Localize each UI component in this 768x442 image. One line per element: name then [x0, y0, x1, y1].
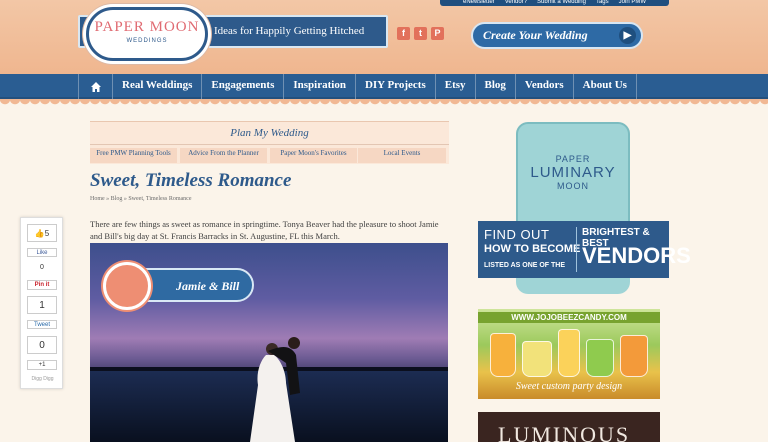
nav-vendors[interactable]: Vendors: [514, 74, 573, 99]
top-link-submit-wedding[interactable]: Submit a Wedding: [537, 0, 586, 6]
candy-jar: [620, 335, 648, 377]
thumbs-up-icon: 👍: [34, 229, 45, 238]
site-header: eNewsletter Vendor? Submit a Wedding Tag…: [0, 0, 768, 74]
nav-inspiration[interactable]: Inspiration: [283, 74, 355, 99]
plan-tab-favorites[interactable]: Paper Moon's Favorites: [270, 148, 357, 163]
main-nav: Real Weddings Engagements Inspiration DI…: [0, 74, 768, 99]
like-counter[interactable]: 👍5: [27, 224, 57, 242]
luminary-line1: FIND OUT: [484, 227, 550, 242]
luminary-ad[interactable]: PAPER LUMINARY MOON FIND OUT HOW TO BECO…: [478, 122, 691, 294]
candy-jar: [586, 339, 614, 377]
luminous-ad[interactable]: LUMINOUS: [478, 412, 660, 442]
plan-tab-local-events[interactable]: Local Events: [358, 148, 446, 163]
hero-photo: Jamie & Bill: [90, 243, 448, 442]
digg-label[interactable]: Digg Digg: [21, 376, 64, 382]
luminary-paper: PAPER: [555, 154, 591, 164]
candy-url: WWW.JOJOBEEZCANDY.COM: [478, 312, 660, 323]
candy-ad[interactable]: WWW.JOJOBEEZCANDY.COM Sweet custom party…: [478, 309, 660, 399]
article-intro: There are few things as sweet as romance…: [90, 219, 439, 241]
site-tagline: Ideas for Happily Getting Hitched: [214, 25, 365, 37]
top-link-join[interactable]: Join PMW: [619, 0, 646, 6]
luminary-tag-bottom: [516, 278, 630, 294]
twitter-icon[interactable]: t: [414, 27, 427, 40]
share-widget: 👍5 Like 0 Pin it 1 Tweet 0 +1 Digg Digg: [20, 217, 63, 389]
luminary-right2: VENDORS: [582, 243, 691, 268]
nav-etsy[interactable]: Etsy: [434, 74, 475, 99]
plan-title: Plan My Wedding: [90, 122, 449, 145]
luminous-title: LUMINOUS: [498, 422, 631, 442]
logo-subtitle: WEDDINGS: [126, 38, 168, 44]
luminary-tag: PAPER LUMINARY MOON: [516, 122, 630, 234]
site-logo[interactable]: PAPER MOON WEDDINGS: [86, 7, 208, 61]
top-links-bar: eNewsletter Vendor? Submit a Wedding Tag…: [440, 0, 669, 6]
top-link-vendor[interactable]: Vendor?: [505, 0, 527, 6]
luminary-banner: FIND OUT HOW TO BECOME LISTED AS ONE OF …: [478, 221, 691, 278]
nav-about-us[interactable]: About Us: [572, 74, 637, 99]
create-wedding-label: Create Your Wedding: [483, 28, 588, 42]
gplus-count: 0: [27, 336, 57, 354]
luminary-divider: [576, 227, 577, 272]
nav-home[interactable]: [78, 74, 112, 99]
couple-icon: [103, 262, 151, 310]
couple-name: Jamie & Bill: [176, 279, 240, 293]
tweet-button[interactable]: Tweet: [27, 320, 57, 329]
nav-diy-projects[interactable]: DIY Projects: [354, 74, 435, 99]
gplus-button[interactable]: +1: [27, 360, 57, 370]
breadcrumb[interactable]: Home » Blog » Sweet, Timeless Romance: [90, 196, 192, 202]
nav-real-weddings[interactable]: Real Weddings: [112, 74, 201, 99]
nav-engagements[interactable]: Engagements: [201, 74, 283, 99]
logo-title: PAPER MOON: [94, 19, 200, 35]
home-icon: [90, 81, 101, 92]
scallop-divider: [0, 99, 768, 108]
plan-tab-advice[interactable]: Advice From the Planner: [180, 148, 267, 163]
facebook-icon[interactable]: f: [397, 27, 410, 40]
top-link-tags[interactable]: Tags: [596, 0, 609, 6]
arrow-right-icon: ▶: [619, 27, 636, 44]
plan-my-wedding-box: Plan My Wedding Free PMW Planning Tools …: [90, 121, 449, 164]
candy-jar: [490, 333, 516, 377]
plan-tab-planning-tools[interactable]: Free PMW Planning Tools: [90, 148, 177, 163]
candy-tagline: Sweet custom party design: [515, 381, 623, 392]
top-link-enewsletter[interactable]: eNewsletter: [463, 0, 495, 6]
facebook-like-count: 0: [27, 260, 57, 276]
article-title[interactable]: Sweet, Timeless Romance: [90, 170, 291, 192]
nav-blog[interactable]: Blog: [474, 74, 515, 99]
pinterest-icon[interactable]: P: [431, 27, 444, 40]
candy-jar: [558, 329, 580, 377]
luminary-main: LUMINARY: [530, 164, 616, 181]
candy-jar: [522, 341, 552, 377]
luminary-moon: MOON: [557, 181, 589, 191]
pin-it-button[interactable]: Pin it: [27, 280, 57, 290]
luminary-line3: LISTED AS ONE OF THE: [484, 262, 566, 269]
luminary-line2: HOW TO BECOME: [484, 243, 581, 255]
facebook-like-button[interactable]: Like: [27, 248, 57, 257]
tweet-count: 1: [27, 296, 57, 314]
like-count: 5: [44, 229, 50, 238]
create-wedding-button[interactable]: Create Your Wedding ▶: [471, 22, 643, 49]
